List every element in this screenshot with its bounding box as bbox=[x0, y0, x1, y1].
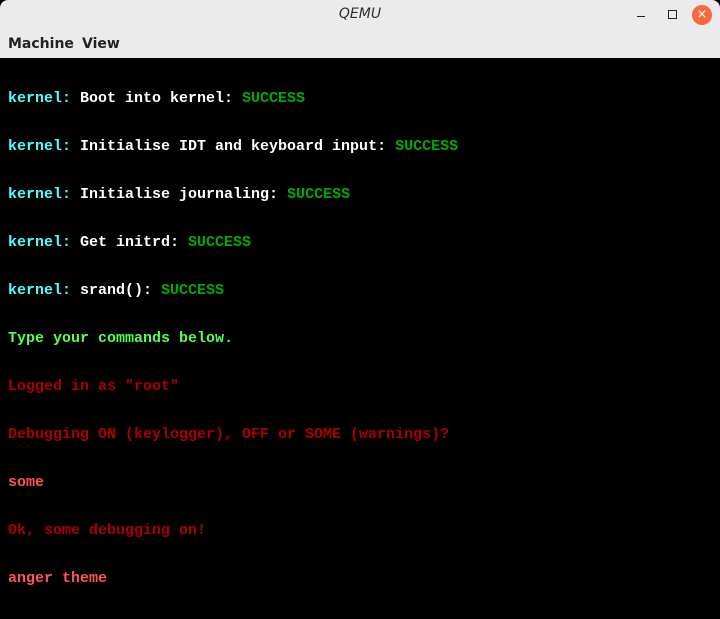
status-text: SUCCESS bbox=[161, 282, 225, 299]
title-bar: QEMU × bbox=[0, 0, 720, 30]
kernel-line: kernel: Initialise journaling: SUCCESS bbox=[8, 187, 458, 203]
kernel-line: kernel: Get initrd: SUCCESS bbox=[8, 235, 458, 251]
line-message: srand(): bbox=[80, 282, 162, 299]
line-prefix: kernel: bbox=[8, 90, 81, 107]
prompt-line: Type your commands below. bbox=[8, 330, 234, 347]
menu-view[interactable]: View bbox=[82, 36, 120, 52]
status-text: SUCCESS bbox=[287, 186, 351, 203]
terminal-output: kernel: Boot into kernel: SUCCESS kernel… bbox=[8, 59, 458, 619]
line-message: Initialise journaling: bbox=[80, 186, 288, 203]
status-text: SUCCESS bbox=[188, 234, 252, 251]
status-text: SUCCESS bbox=[395, 138, 459, 155]
line-message: Initialise IDT and keyboard input: bbox=[80, 138, 396, 155]
line-prefix: kernel: bbox=[8, 282, 81, 299]
kernel-line: kernel: srand(): SUCCESS bbox=[8, 283, 458, 299]
window-title: QEMU bbox=[338, 6, 382, 22]
line-message: Get initrd: bbox=[80, 234, 189, 251]
close-button[interactable]: × bbox=[692, 5, 712, 25]
menu-bar: Machine View bbox=[0, 30, 720, 58]
login-line: Logged in as "root" bbox=[8, 378, 180, 395]
line-prefix: kernel: bbox=[8, 186, 81, 203]
status-text: SUCCESS bbox=[242, 90, 306, 107]
line-prefix: kernel: bbox=[8, 234, 81, 251]
minimize-button[interactable] bbox=[632, 6, 650, 24]
close-icon: × bbox=[696, 7, 708, 22]
maximize-button[interactable] bbox=[664, 6, 682, 24]
user-input-line: some bbox=[8, 474, 45, 491]
vm-display[interactable]: kernel: Boot into kernel: SUCCESS kernel… bbox=[0, 58, 720, 587]
user-input-line: anger theme bbox=[8, 570, 108, 587]
line-prefix: kernel: bbox=[8, 138, 81, 155]
debug-reply-line: Ok, some debugging on! bbox=[8, 522, 207, 539]
menu-machine[interactable]: Machine bbox=[8, 36, 74, 52]
debug-question-line: Debugging ON (keylogger), OFF or SOME (w… bbox=[8, 426, 450, 443]
kernel-line: kernel: Initialise IDT and keyboard inpu… bbox=[8, 139, 458, 155]
kernel-line: kernel: Boot into kernel: SUCCESS bbox=[8, 91, 458, 107]
line-message: Boot into kernel: bbox=[80, 90, 243, 107]
